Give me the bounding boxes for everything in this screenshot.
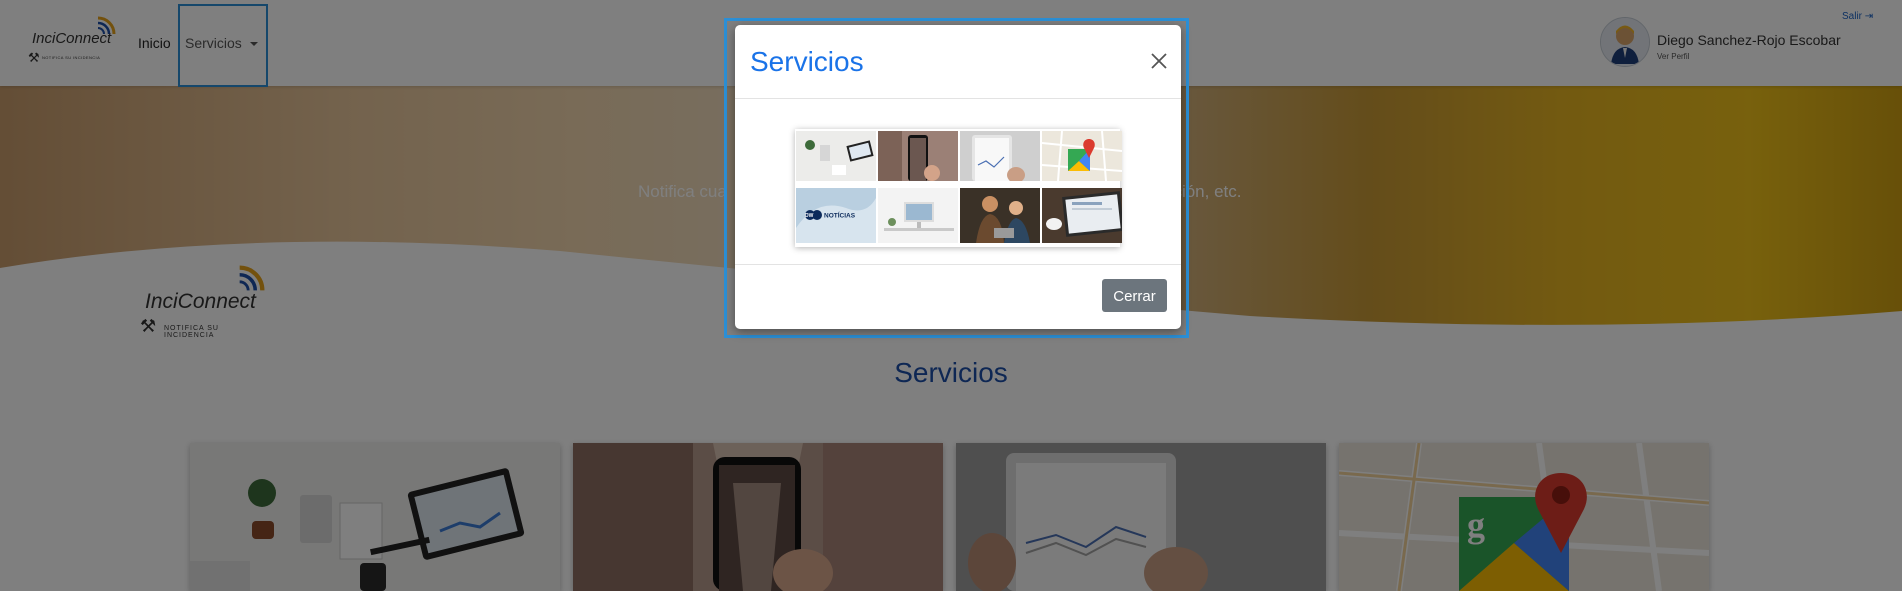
modal-footer: Cerrar [735,264,1181,330]
dw-noticias-label: NOTÍCIAS [824,211,856,220]
modal-header: Servicios [735,25,1181,99]
close-button[interactable]: Cerrar [1102,279,1167,312]
services-thumbnail-grid: DW NOTÍCIAS [795,129,1122,247]
dw-noticias-thumbnail[interactable]: DW NOTÍCIAS [796,188,876,243]
modal-body: DW NOTÍCIAS [735,99,1181,263]
phone-arcade-thumbnail[interactable] [878,131,958,181]
team-meeting-thumbnail[interactable] [960,188,1040,243]
workspace-desk-thumbnail[interactable] [878,188,958,243]
svg-text:DW: DW [805,213,814,219]
tablet-chart-thumbnail[interactable] [960,131,1040,181]
modal-title: Servicios [750,46,864,77]
laptop-coffee-thumbnail[interactable] [1042,188,1122,243]
office-desk-thumbnail[interactable] [796,131,876,181]
google-maps-thumbnail[interactable] [1042,131,1122,181]
servicios-modal: Servicios DW NOTÍCIAS Cerrar [735,25,1181,329]
close-icon[interactable] [1149,51,1169,71]
